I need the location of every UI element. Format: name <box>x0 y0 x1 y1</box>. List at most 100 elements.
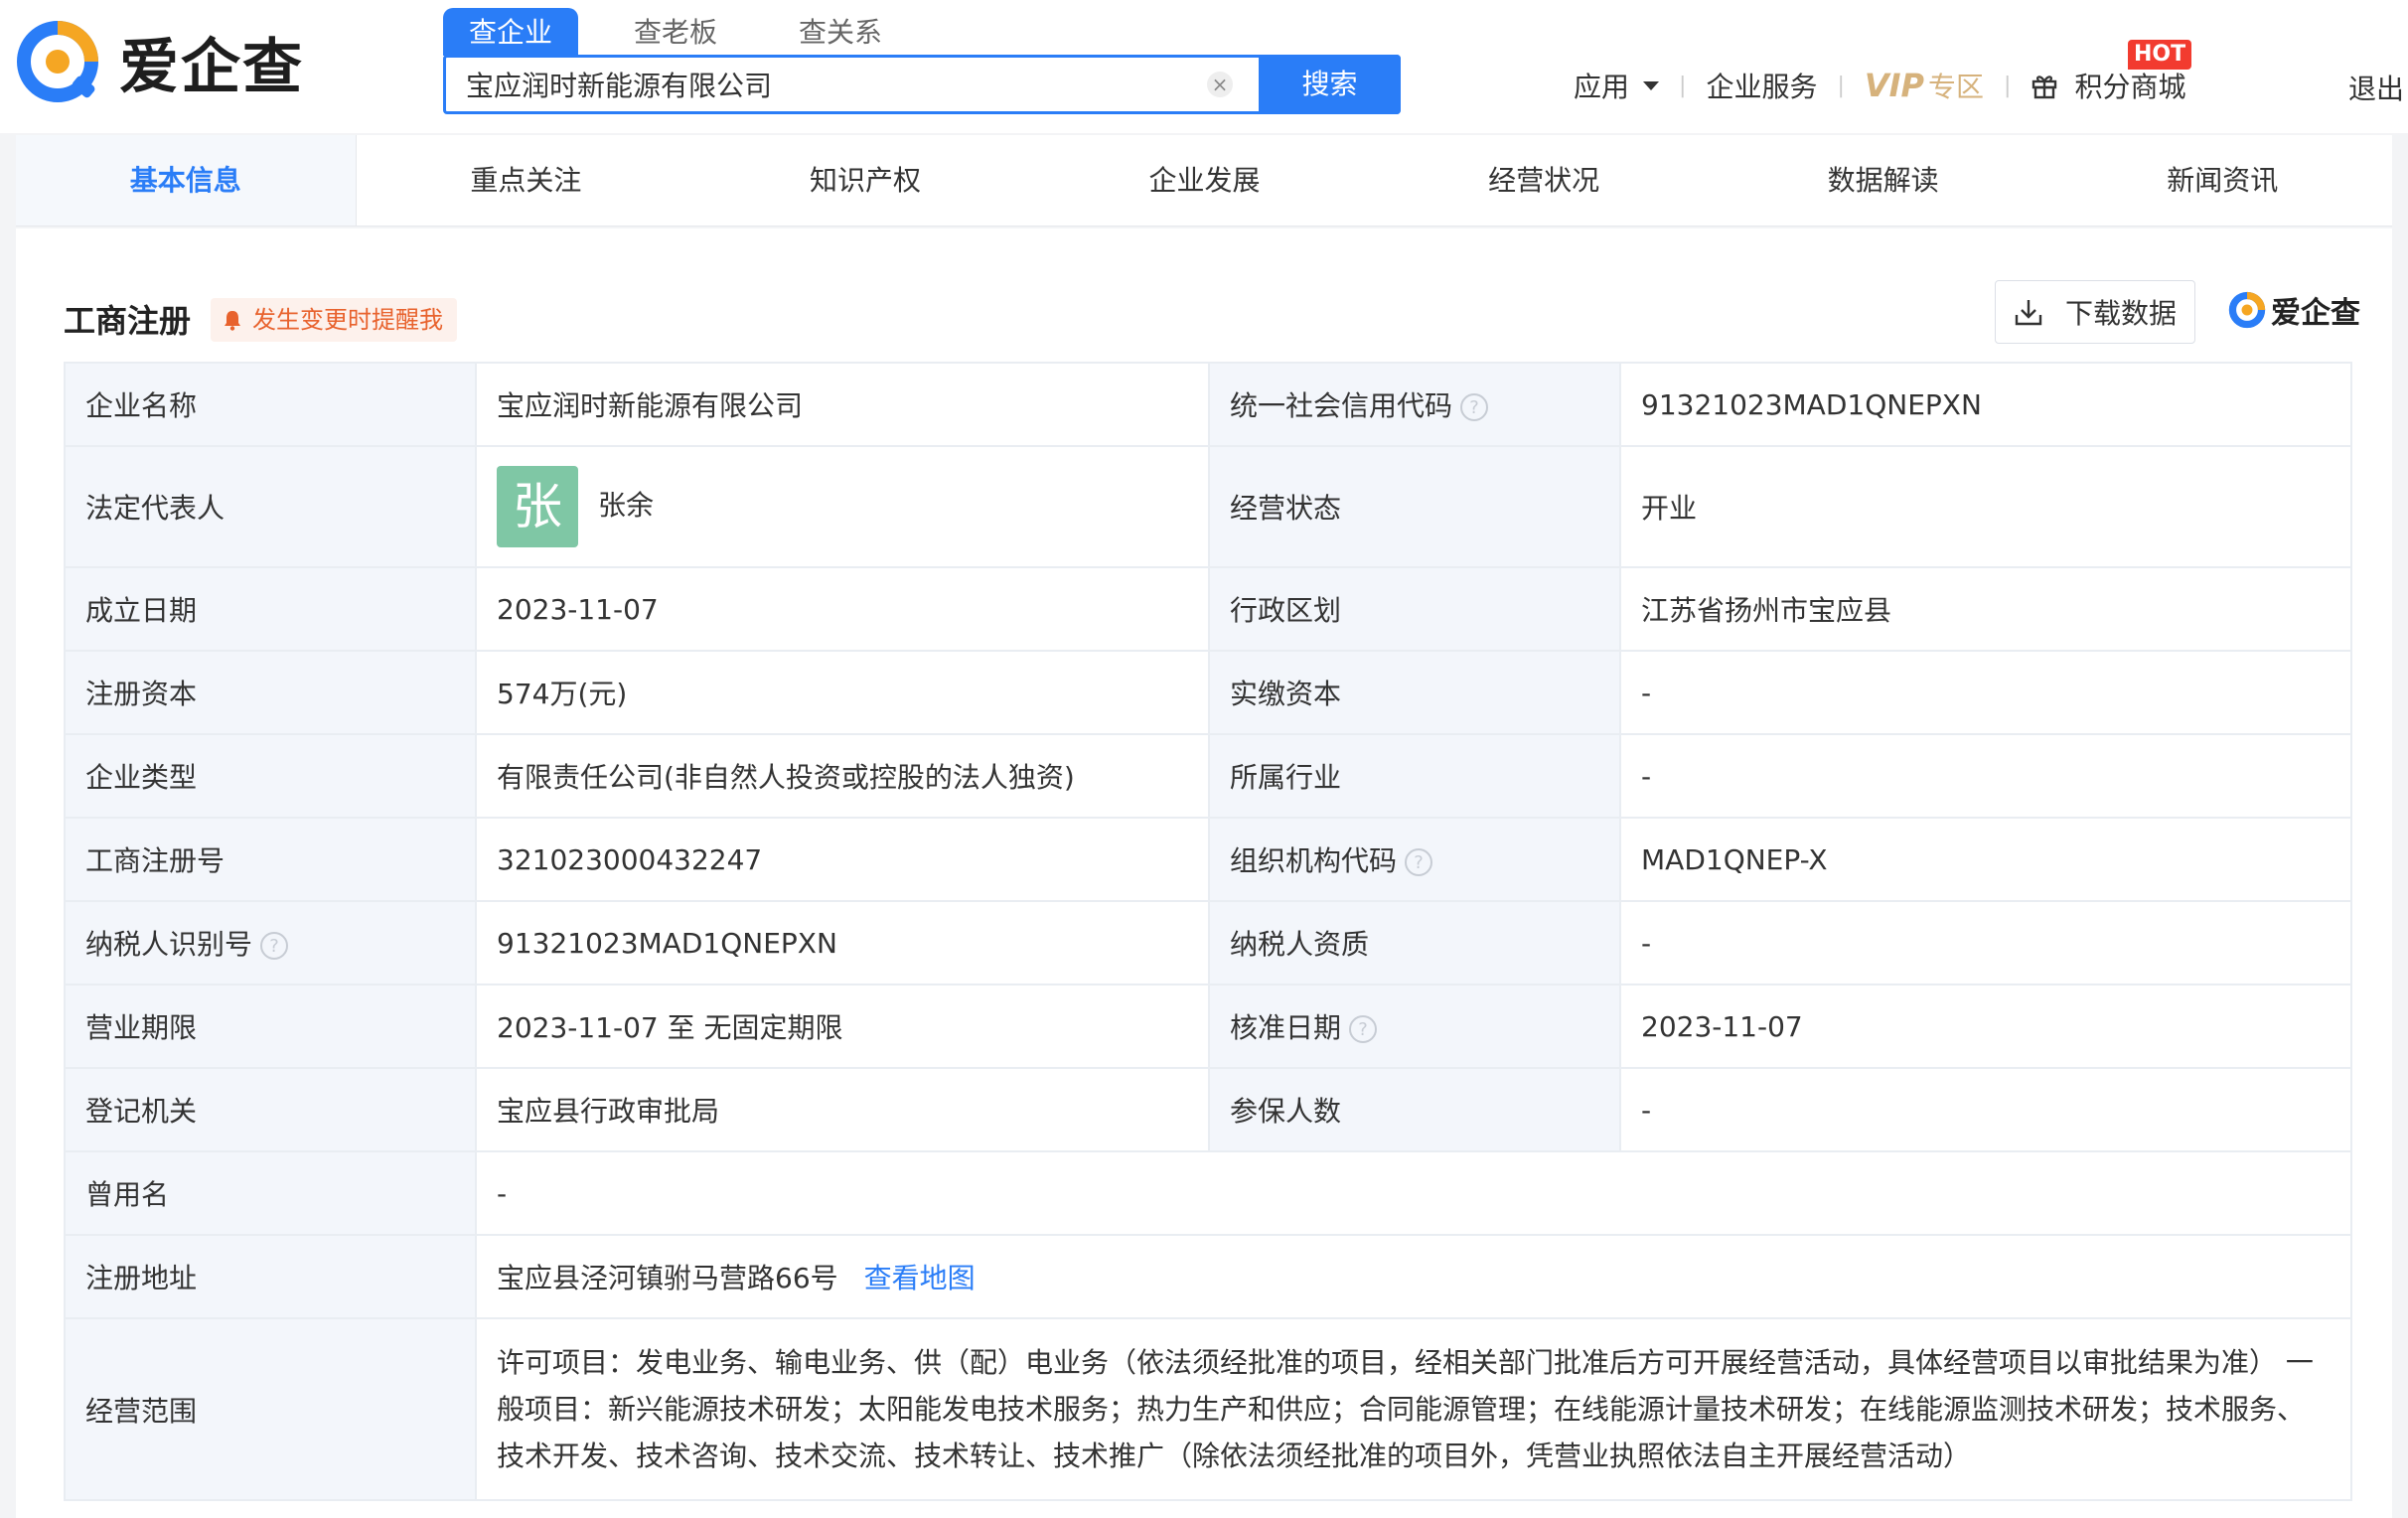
cell-label: 曾用名 <box>64 1150 477 1236</box>
tab-operations[interactable]: 经营状况 <box>1374 135 1714 226</box>
remind-button[interactable]: 发生变更时提醒我 <box>211 298 457 342</box>
company-type: 有限责任公司(非自然人投资或控股的法人独资) <box>475 733 1210 819</box>
paid-capital: - <box>1619 650 2352 735</box>
company-name: 宝应润时新能源有限公司 <box>475 362 1210 447</box>
table-row: 注册地址 宝应县泾河镇驸马营路66号 查看地图 <box>64 1234 2352 1319</box>
search-tab-relation[interactable]: 查关系 <box>773 8 908 56</box>
business-scope: 许可项目：发电业务、输电业务、供（配）电业务（依法须经批准的项目，经相关部门批准… <box>475 1317 2352 1501</box>
divider: | <box>1837 73 1845 98</box>
registration-authority: 宝应县行政审批局 <box>475 1067 1210 1152</box>
download-data-button[interactable]: 下载数据 <box>1995 280 2195 344</box>
business-term: 2023-11-07 至 无固定期限 <box>475 984 1210 1069</box>
table-row: 企业名称 宝应润时新能源有限公司 统一社会信用代码? 91321023MAD1Q… <box>64 362 2352 447</box>
cell-label: 企业类型 <box>64 733 477 819</box>
cell-label: 实缴资本 <box>1208 650 1621 735</box>
download-label: 下载数据 <box>2064 297 2177 330</box>
region: 江苏省扬州市宝应县 <box>1619 566 2352 652</box>
table-row: 成立日期 2023-11-07 行政区划 江苏省扬州市宝应县 <box>64 566 2352 652</box>
tab-ip[interactable]: 知识产权 <box>695 135 1035 226</box>
cell-label: 营业期限 <box>64 984 477 1069</box>
nav-points-mall[interactable]: 积分商城 <box>2031 66 2185 105</box>
table-row: 营业期限 2023-11-07 至 无固定期限 核准日期? 2023-11-07 <box>64 984 2352 1069</box>
registration-card: 工商注册 发生变更时提醒我 下载数据 爱企查 企业名称 宝应润时新能源有限公司 … <box>16 228 2392 1518</box>
cell-label: 参保人数 <box>1208 1067 1621 1152</box>
industry: - <box>1619 733 2352 819</box>
cell-label: 组织机构代码? <box>1208 817 1621 902</box>
cell-label: 行政区划 <box>1208 566 1621 652</box>
vip-label: VIP <box>1864 67 1924 104</box>
logout-link[interactable]: 退出 <box>2348 68 2404 107</box>
org-code: MAD1QNEP-X <box>1619 817 2352 902</box>
credit-code-label: 统一社会信用代码 <box>1230 389 1453 422</box>
vip-sub-label: 专区 <box>1928 71 1985 103</box>
watermark-logo-text: 爱企查 <box>2271 296 2360 331</box>
tab-key-focus[interactable]: 重点关注 <box>357 135 696 226</box>
help-icon[interactable]: ? <box>1460 393 1489 421</box>
divider: | <box>1679 73 1687 98</box>
table-row: 经营范围 许可项目：发电业务、输电业务、供（配）电业务（依法须经批准的项目，经相… <box>64 1317 2352 1501</box>
legal-rep-name[interactable]: 张余 <box>598 489 654 522</box>
section-title: 工商注册 <box>64 302 192 340</box>
cell-label: 法定代表人 <box>64 445 477 568</box>
org-code-label: 组织机构代码 <box>1230 844 1398 877</box>
cell-label: 成立日期 <box>64 566 477 652</box>
logo-mark-icon <box>17 21 98 102</box>
cell-label: 注册地址 <box>64 1234 477 1319</box>
nav-apps[interactable]: 应用 <box>1574 66 1660 105</box>
cell-label: 经营状态 <box>1208 445 1621 568</box>
help-icon[interactable]: ? <box>1349 1015 1378 1043</box>
logo-mark-icon <box>2228 291 2266 329</box>
search-button[interactable]: 搜索 <box>1259 55 1401 114</box>
table-row: 登记机关 宝应县行政审批局 参保人数 - <box>64 1067 2352 1152</box>
tab-basic-info[interactable]: 基本信息 <box>16 135 357 226</box>
cell-label: 纳税人资质 <box>1208 900 1621 986</box>
credit-code: 91321023MAD1QNEPXN <box>1619 362 2352 447</box>
business-status: 开业 <box>1619 445 2352 568</box>
divider: | <box>2004 73 2012 98</box>
cell-label: 企业名称 <box>64 362 477 447</box>
search-type-tabs: 查企业 查老板 查关系 <box>443 8 938 56</box>
clear-icon[interactable]: × <box>1207 72 1233 97</box>
chevron-down-icon <box>1643 80 1660 90</box>
table-row: 曾用名 - <box>64 1150 2352 1236</box>
watermark-logo: 爱企查 <box>2227 288 2360 332</box>
tab-news[interactable]: 新闻资讯 <box>2052 135 2392 226</box>
cell-label: 所属行业 <box>1208 733 1621 819</box>
cell-label: 统一社会信用代码? <box>1208 362 1621 447</box>
insured-count: - <box>1619 1067 2352 1152</box>
cell-label: 工商注册号 <box>64 817 477 902</box>
avatar[interactable]: 张 <box>497 466 578 547</box>
hot-badge: HOT <box>2128 40 2192 70</box>
approval-date: 2023-11-07 <box>1619 984 2352 1069</box>
cell-label: 登记机关 <box>64 1067 477 1152</box>
approval-date-label: 核准日期 <box>1230 1011 1342 1044</box>
table-row: 法定代表人 张张余 经营状态 开业 <box>64 445 2352 568</box>
search-input[interactable] <box>446 58 1207 111</box>
tab-data-insight[interactable]: 数据解读 <box>1714 135 2053 226</box>
tax-id: 91321023MAD1QNEPXN <box>475 900 1210 986</box>
download-icon <box>2015 300 2042 326</box>
help-icon[interactable]: ? <box>1405 848 1433 876</box>
tax-qualification: - <box>1619 900 2352 986</box>
table-row: 纳税人识别号? 91321023MAD1QNEPXN 纳税人资质 - <box>64 900 2352 986</box>
logo[interactable]: 爱企查 <box>14 18 304 105</box>
search-tab-company[interactable]: 查企业 <box>443 8 579 56</box>
registration-table: 企业名称 宝应润时新能源有限公司 统一社会信用代码? 91321023MAD1Q… <box>64 362 2352 1501</box>
former-name: - <box>475 1150 2352 1236</box>
registered-capital: 574万(元) <box>475 650 1210 735</box>
tab-development[interactable]: 企业发展 <box>1035 135 1375 226</box>
help-icon[interactable]: ? <box>260 932 289 960</box>
nav-enterprise-service[interactable]: 企业服务 <box>1706 66 1817 105</box>
search-tab-boss[interactable]: 查老板 <box>608 8 743 56</box>
view-map-link[interactable]: 查看地图 <box>864 1262 976 1294</box>
found-date: 2023-11-07 <box>475 566 1210 652</box>
points-mall-label: 积分商城 <box>2074 71 2186 103</box>
cell-label: 注册资本 <box>64 650 477 735</box>
nav-vip-zone[interactable]: VIP 专区 <box>1865 66 1984 105</box>
registration-number: 321023000432247 <box>475 817 1210 902</box>
registered-address: 宝应县泾河镇驸马营路66号 <box>497 1262 838 1294</box>
bell-icon <box>225 311 240 331</box>
search-box: × 搜索 <box>443 55 1401 114</box>
top-nav: 应用 | 企业服务 | VIP 专区 | 积分商城 <box>1574 66 2185 105</box>
address-cell: 宝应县泾河镇驸马营路66号 查看地图 <box>475 1234 2352 1319</box>
